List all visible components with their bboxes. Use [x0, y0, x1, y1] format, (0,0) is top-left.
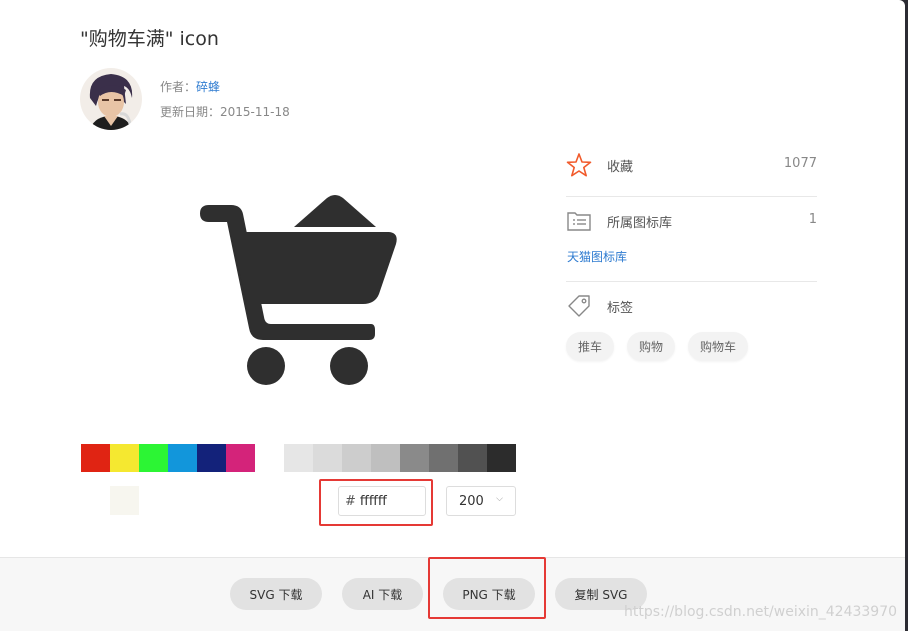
library-row: 所属图标库 1	[566, 208, 817, 234]
color-swatch[interactable]	[255, 444, 284, 472]
chevron-down-icon: ⌵	[496, 494, 503, 504]
library-count: 1	[808, 212, 817, 227]
color-swatch[interactable]	[400, 444, 429, 472]
custom-color-swatch[interactable]	[81, 486, 110, 515]
color-swatch[interactable]	[429, 444, 458, 472]
color-swatch[interactable]	[81, 444, 110, 472]
tags-row: 标签	[566, 293, 817, 319]
author-row: 作者：碎蜂	[160, 78, 220, 95]
color-hex-input[interactable]: # ffffff	[338, 486, 426, 516]
color-swatch[interactable]	[168, 444, 197, 472]
color-swatch[interactable]	[284, 444, 313, 472]
size-value: 200	[459, 493, 484, 509]
hash-label: #	[345, 493, 356, 509]
png-download-button[interactable]: PNG 下载	[443, 578, 535, 610]
favorite-row[interactable]: 收藏 1077	[566, 152, 817, 178]
color-swatch[interactable]	[313, 444, 342, 472]
icon-detail-dialog: "购物车满" icon 作者：碎蜂 更新日期：2015-11-18 # ffff…	[0, 0, 905, 631]
svg-download-button[interactable]: SVG 下载	[230, 578, 322, 610]
tags-label: 标签	[607, 301, 634, 316]
color-swatch[interactable]	[226, 444, 255, 472]
star-icon	[566, 152, 592, 182]
color-swatch[interactable]	[110, 444, 139, 472]
library-icon	[566, 208, 592, 238]
size-select[interactable]: 200 ⌵	[446, 486, 516, 516]
color-swatch[interactable]	[487, 444, 516, 472]
update-date-value: 2015-11-18	[220, 105, 290, 119]
icon-title: "购物车满" icon	[80, 28, 219, 50]
sidebar-divider	[566, 196, 817, 197]
tag-list: 推车 购物 购物车	[566, 332, 749, 361]
author-link[interactable]: 碎蜂	[196, 80, 220, 94]
author-label: 作者：	[160, 80, 197, 94]
color-swatch[interactable]	[342, 444, 371, 472]
color-palette	[81, 444, 516, 472]
update-date-label: 更新日期：	[160, 105, 221, 119]
color-hex-value: ffffff	[359, 493, 387, 509]
custom-color-swatches	[81, 486, 139, 515]
ai-download-button[interactable]: AI 下载	[342, 578, 423, 610]
watermark: https://blog.csdn.net/weixin_42433970	[624, 604, 898, 620]
color-swatch[interactable]	[458, 444, 487, 472]
tag-chip[interactable]: 购物车	[688, 332, 749, 361]
tag-chip[interactable]: 购物	[627, 332, 676, 361]
color-swatch[interactable]	[371, 444, 400, 472]
library-label: 所属图标库	[607, 216, 673, 231]
custom-color-swatch[interactable]	[110, 486, 139, 515]
cart-full-icon	[200, 195, 397, 385]
sidebar-divider	[566, 281, 817, 282]
icon-preview	[81, 154, 515, 424]
favorite-count: 1077	[783, 156, 817, 171]
tag-chip[interactable]: 推车	[566, 332, 615, 361]
library-link[interactable]: 天猫图标库	[567, 248, 627, 265]
tag-icon	[566, 293, 592, 323]
color-swatch[interactable]	[197, 444, 226, 472]
update-date-row: 更新日期：2015-11-18	[160, 103, 290, 120]
author-avatar[interactable]	[80, 68, 142, 130]
color-swatch[interactable]	[139, 444, 168, 472]
favorite-label: 收藏	[607, 160, 634, 175]
